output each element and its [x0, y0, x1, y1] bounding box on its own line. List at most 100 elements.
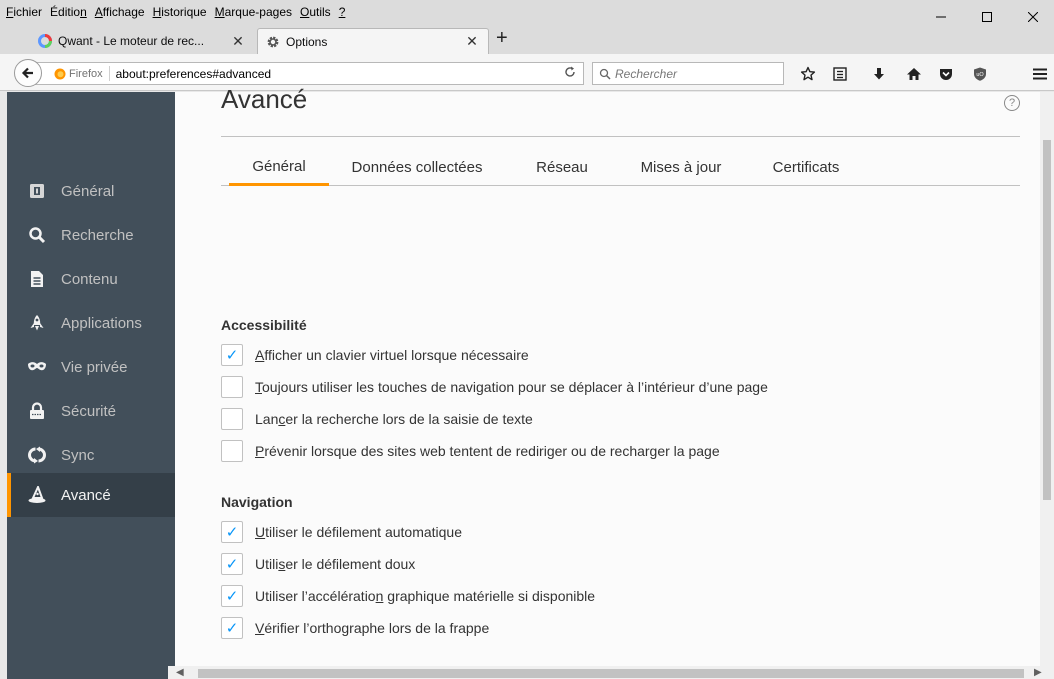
- scroll-right-arrow-icon[interactable]: ▶: [1034, 667, 1042, 678]
- title-divider: [221, 136, 1020, 137]
- tab-qwant[interactable]: Qwant - Le moteur de rec... ✕: [30, 28, 254, 54]
- checkbox[interactable]: [221, 440, 243, 462]
- option-verifier-orthographe[interactable]: ✓ Vérifier l’orthographe lors de la frap…: [221, 616, 489, 640]
- checkmark-icon: ✓: [225, 620, 239, 637]
- option-label: Utiliser le défilement automatique: [255, 524, 463, 540]
- search-bar[interactable]: Rechercher: [592, 62, 784, 85]
- sidebar-item-label: Recherche: [61, 226, 134, 244]
- tab-qwant-title: Qwant - Le moteur de rec...: [58, 34, 205, 48]
- wizard-hat-icon: [27, 485, 47, 505]
- sidebar-item-avance[interactable]: Avancé: [7, 473, 175, 517]
- sync-icon: [27, 445, 47, 465]
- vertical-scrollbar-thumb[interactable]: [1043, 140, 1051, 500]
- hamburger-menu-icon: [1033, 68, 1047, 80]
- checkmark-icon: ✓: [225, 588, 239, 605]
- rocket-icon: [27, 313, 47, 333]
- menu-marque-pages[interactable]: Marque-pages: [211, 0, 296, 24]
- sidebar-item-label: Applications: [61, 314, 142, 332]
- sidebar-item-label: Contenu: [61, 270, 118, 288]
- maximize-icon: [982, 12, 992, 22]
- checkmark-icon: ✓: [225, 347, 239, 364]
- option-label: Afficher un clavier virtuel lorsque néce…: [255, 347, 529, 363]
- categories-sidebar: Général Recherche Contenu Applications V…: [7, 92, 175, 679]
- bookmark-star-button[interactable]: [798, 64, 818, 84]
- option-prevenir-redirection[interactable]: Prévenir lorsque des sites web tentent d…: [221, 439, 720, 463]
- tab-close-icon[interactable]: ✕: [464, 33, 480, 50]
- checkbox[interactable]: ✓: [221, 521, 243, 543]
- mask-icon: [27, 357, 47, 377]
- pocket-button[interactable]: [936, 64, 956, 84]
- option-acceleration-graphique[interactable]: ✓ Utiliser l’accélération graphique maté…: [221, 584, 595, 608]
- tab-donnees-collectees[interactable]: Données collectées: [337, 149, 497, 186]
- tab-general[interactable]: Général: [229, 149, 329, 186]
- svg-text:uO: uO: [976, 72, 984, 78]
- sidebar-item-general[interactable]: Général: [7, 169, 175, 213]
- arrow-left-icon: [21, 67, 33, 79]
- nav-bar: Firefox about:preferences#advanced Reche…: [0, 54, 1054, 91]
- sidebar-item-applications[interactable]: Applications: [7, 301, 175, 345]
- lock-icon: [27, 401, 47, 421]
- option-label: Prévenir lorsque des sites web tentent d…: [255, 443, 720, 459]
- horizontal-scrollbar-thumb[interactable]: [198, 669, 1024, 678]
- sidebar-item-sync[interactable]: Sync: [7, 433, 175, 477]
- option-recherche-saisie[interactable]: Lancer la recherche lors de la saisie de…: [221, 407, 533, 431]
- sidebar-item-vie-privee[interactable]: Vie privée: [7, 345, 175, 389]
- menu-help[interactable]: ?: [335, 0, 350, 24]
- tab-label: Mises à jour: [640, 159, 722, 176]
- home-button[interactable]: [904, 64, 924, 84]
- open-menu-button[interactable]: [1030, 64, 1050, 84]
- tab-certificats[interactable]: Certificats: [761, 149, 851, 186]
- tab-strip: Qwant - Le moteur de rec... ✕ Options ✕: [0, 24, 1054, 54]
- identity-box[interactable]: Firefox: [34, 66, 110, 81]
- bookmarks-menu-button[interactable]: [830, 64, 850, 84]
- checkbox[interactable]: ✓: [221, 553, 243, 575]
- back-button[interactable]: [14, 59, 42, 87]
- menu-fichier[interactable]: Fichier: [0, 0, 46, 24]
- scroll-left-arrow-icon[interactable]: ◀: [176, 667, 184, 678]
- option-label: Lancer la recherche lors de la saisie de…: [255, 411, 533, 427]
- tab-label: Général: [252, 157, 306, 175]
- checkbox[interactable]: [221, 376, 243, 398]
- downloads-button[interactable]: [869, 64, 889, 84]
- shield-icon: uO: [974, 67, 986, 81]
- tab-reseau[interactable]: Réseau: [527, 149, 597, 186]
- gear-icon: [267, 36, 279, 47]
- sidebar-item-label: Sync: [61, 446, 95, 464]
- ublock-button[interactable]: uO: [970, 64, 990, 84]
- url-bar[interactable]: Firefox about:preferences#advanced: [34, 62, 584, 85]
- new-tab-button[interactable]: +: [496, 28, 508, 48]
- option-touches-navigation[interactable]: Toujours utiliser les touches de navigat…: [221, 375, 768, 399]
- tab-close-icon[interactable]: ✕: [230, 33, 246, 50]
- option-defilement-automatique[interactable]: ✓ Utiliser le défilement automatique: [221, 520, 462, 544]
- document-icon: [27, 269, 47, 289]
- menu-outils[interactable]: Outils: [296, 0, 335, 24]
- sidebar-item-contenu[interactable]: Contenu: [7, 257, 175, 301]
- download-arrow-icon: [874, 68, 884, 80]
- tab-mises-a-jour[interactable]: Mises à jour: [625, 149, 737, 186]
- sidebar-item-securite[interactable]: Sécurité: [7, 389, 175, 433]
- sidebar-item-recherche[interactable]: Recherche: [7, 213, 175, 257]
- firefox-logo-icon: [54, 68, 66, 79]
- minimize-icon: [936, 16, 946, 18]
- url-text[interactable]: about:preferences#advanced: [110, 67, 557, 81]
- checkbox[interactable]: ✓: [221, 344, 243, 366]
- group-title-navigation: Navigation: [221, 494, 293, 510]
- menu-edition[interactable]: Édition: [46, 0, 91, 24]
- reload-button[interactable]: [557, 66, 583, 81]
- search-input[interactable]: Rechercher: [615, 67, 677, 81]
- menu-historique[interactable]: Historique: [149, 0, 211, 24]
- tab-options[interactable]: Options ✕: [257, 28, 489, 54]
- option-clavier-virtuel[interactable]: ✓ Afficher un clavier virtuel lorsque né…: [221, 343, 529, 367]
- option-defilement-doux[interactable]: ✓ Utiliser le défilement doux: [221, 552, 415, 576]
- general-icon: [27, 181, 47, 201]
- option-label: Utiliser l’accélération graphique matéri…: [255, 588, 596, 604]
- option-label: Toujours utiliser les touches de navigat…: [255, 379, 768, 395]
- tab-label: Réseau: [536, 159, 588, 176]
- help-icon[interactable]: ?: [1004, 95, 1020, 111]
- checkbox[interactable]: [221, 408, 243, 430]
- checkbox[interactable]: ✓: [221, 617, 243, 639]
- menu-affichage[interactable]: Affichage: [91, 0, 149, 24]
- search-icon: [27, 225, 47, 245]
- pocket-icon: [940, 69, 952, 80]
- checkbox[interactable]: ✓: [221, 585, 243, 607]
